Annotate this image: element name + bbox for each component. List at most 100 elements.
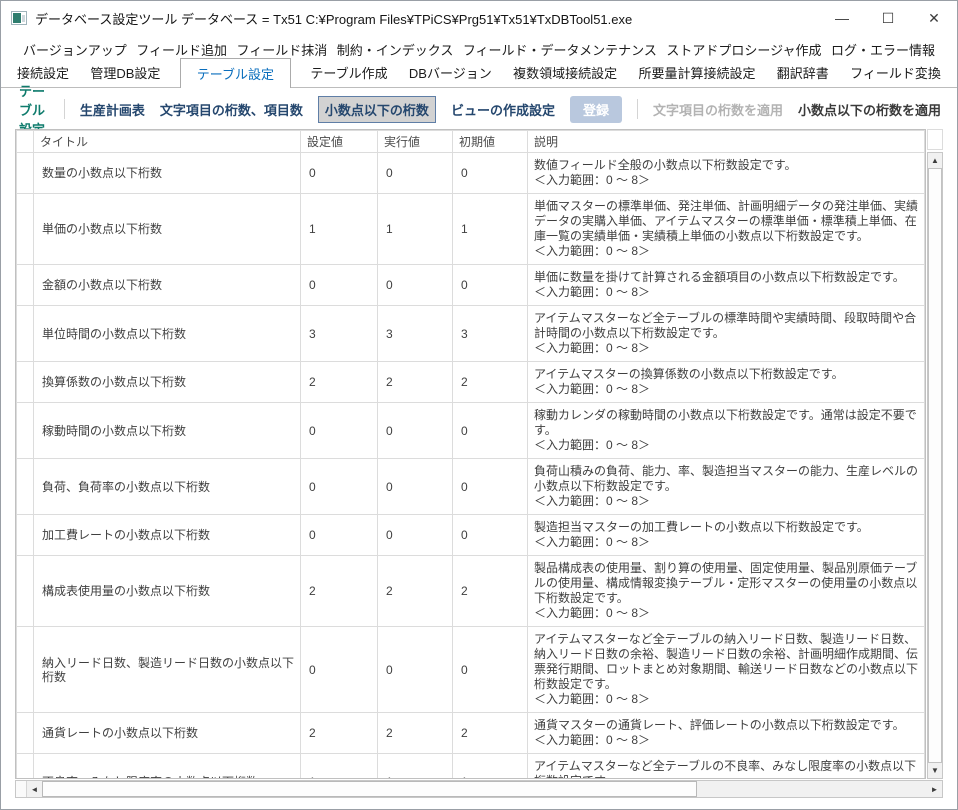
row-selector[interactable] (16, 555, 34, 627)
table-row[interactable]: 数量の小数点以下桁数 0 0 0 数値フィールド全般の小数点以下桁数設定です。 ＜入力範囲… (16, 152, 925, 194)
minimize-icon[interactable]: — (819, 1, 865, 35)
row-set-value[interactable]: 1 (300, 753, 378, 778)
table-row[interactable]: 通貨レートの小数点以下桁数 2 2 2 通貨マスターの通貨レート、評価レートの小数点以下… (16, 712, 925, 754)
input-range-text: ＜入力範囲：0 ～ 8＞ (534, 606, 651, 620)
vertical-scroll-thumb[interactable] (928, 168, 942, 763)
view-create-view-settings[interactable]: ビューの作成設定 (451, 100, 555, 119)
tab-field-data-maintenance[interactable]: フィールド・データメンテナンス (463, 40, 657, 59)
horizontal-scroll-track[interactable] (42, 781, 927, 797)
view-decimal-digit-count[interactable]: 小数点以下の桁数 (317, 95, 436, 123)
description-text: アイテムマスターの換算係数の小数点以下桁数設定です。 (534, 367, 844, 381)
row-initial-value: 1 (452, 753, 528, 778)
description-text: 製造担当マスターの加工費レートの小数点以下桁数設定です。 (534, 520, 869, 534)
tab-log-error-info[interactable]: ログ・エラー情報 (831, 40, 935, 59)
column-header-run-value[interactable]: 実行値 (377, 130, 453, 153)
column-header-description[interactable]: 説明 (527, 130, 925, 153)
vertical-scrollbar[interactable]: ▲ ▼ (927, 129, 943, 779)
apply-decimal-digits-button[interactable]: 小数点以下の桁数を適用 (798, 100, 941, 119)
tab-field-convert[interactable]: フィールド変換 (848, 58, 943, 87)
row-run-value: 0 (377, 458, 453, 515)
tab-requirement-calc-connection[interactable]: 所要量計算接続設定 (636, 58, 757, 87)
row-selector[interactable] (16, 152, 34, 194)
row-set-value[interactable]: 0 (300, 458, 378, 515)
row-title: 金額の小数点以下桁数 (33, 264, 301, 306)
tab-translation-dictionary[interactable]: 翻訳辞書 (775, 58, 831, 87)
row-set-value[interactable]: 0 (300, 264, 378, 306)
table-row[interactable]: 負荷、負荷率の小数点以下桁数 0 0 0 負荷山積みの負荷、能力、率、製造担当マスターの… (16, 458, 925, 515)
register-button[interactable]: 登録 (569, 95, 622, 123)
row-description: 負荷山積みの負荷、能力、率、製造担当マスターの能力、生産レベルの小数点以下桁数設… (527, 458, 925, 515)
input-range-text: ＜入力範囲：0 ～ 8＞ (534, 494, 651, 508)
row-set-value[interactable]: 2 (300, 555, 378, 627)
row-selector[interactable] (16, 753, 34, 778)
tab-field-add[interactable]: フィールド追加 (136, 40, 227, 59)
row-selector[interactable] (16, 626, 34, 713)
scroll-right-icon[interactable]: ► (927, 781, 942, 797)
column-header-initial-value[interactable]: 初期値 (452, 130, 528, 153)
table-row[interactable]: 稼動時間の小数点以下桁数 0 0 0 稼動カレンダの稼動時間の小数点以下桁数設定です。通… (16, 402, 925, 459)
table-row[interactable]: 納入リード日数、製造リード日数の小数点以下桁数 0 0 0 アイテムマスターなど全テーブ… (16, 626, 925, 713)
row-set-value[interactable]: 0 (300, 402, 378, 459)
row-description: アイテムマスターなど全テーブルの納入リード日数、製造リード日数、納入リード日数の… (527, 626, 925, 713)
row-selector[interactable] (16, 264, 34, 306)
table-row[interactable]: 金額の小数点以下桁数 0 0 0 単価に数量を掛けて計算される金額項目の小数点以下桁数設… (16, 264, 925, 306)
tab-version-up[interactable]: バージョンアップ (23, 40, 127, 59)
row-title: 稼動時間の小数点以下桁数 (33, 402, 301, 459)
row-set-value[interactable]: 3 (300, 305, 378, 362)
table-row[interactable]: 単価の小数点以下桁数 1 1 1 単価マスターの標準単価、発注単価、計画明細データの発注… (16, 193, 925, 265)
tab-multi-area-connection[interactable]: 複数領域接続設定 (511, 58, 619, 87)
tab-db-version[interactable]: DBバージョン (407, 58, 494, 87)
view-production-plan[interactable]: 生産計画表 (80, 100, 145, 119)
row-description: アイテムマスターなど全テーブルの標準時間や実績時間、段取時間や合計時間の小数点以… (527, 305, 925, 362)
close-icon[interactable]: ✕ (911, 1, 957, 35)
table-row[interactable]: 単位時間の小数点以下桁数 3 3 3 アイテムマスターなど全テーブルの標準時間や実績時間… (16, 305, 925, 362)
column-header-set-value[interactable]: 設定値 (300, 130, 378, 153)
table-row[interactable]: 加工費レートの小数点以下桁数 0 0 0 製造担当マスターの加工費レートの小数点以下桁数… (16, 514, 925, 556)
row-description: 単価に数量を掛けて計算される金額項目の小数点以下桁数設定です。 ＜入力範囲：0 ～… (527, 264, 925, 306)
row-set-value[interactable]: 0 (300, 514, 378, 556)
row-selector[interactable] (16, 305, 34, 362)
input-range-text: ＜入力範囲：0 ～ 8＞ (534, 692, 651, 706)
table-row[interactable]: 構成表使用量の小数点以下桁数 2 2 2 製品構成表の使用量、割り算の使用量、固定使用量… (16, 555, 925, 627)
row-selector[interactable] (16, 514, 34, 556)
row-initial-value: 0 (452, 264, 528, 306)
row-run-value: 0 (377, 402, 453, 459)
vertical-scroll-track[interactable] (928, 168, 942, 763)
input-range-text: ＜入力範囲：0 ～ 8＞ (534, 173, 651, 187)
row-set-value[interactable]: 2 (300, 712, 378, 754)
tab-admin-db-settings[interactable]: 管理DB設定 (88, 58, 162, 87)
maximize-icon[interactable]: ☐ (865, 1, 911, 35)
tab-table-settings[interactable]: テーブル設定 (179, 58, 291, 88)
table-row[interactable]: 不良率、みなし限度率の小数点以下桁数111アイテムマスターなど全テーブルの不良率… (16, 753, 925, 778)
tab-constraint-index[interactable]: 制約・インデックス (337, 40, 454, 59)
row-selector[interactable] (16, 193, 34, 265)
horizontal-scroll-thumb[interactable] (42, 781, 697, 797)
row-set-value[interactable]: 0 (300, 152, 378, 194)
table-row[interactable]: 換算係数の小数点以下桁数 2 2 2 アイテムマスターの換算係数の小数点以下桁数設定です… (16, 361, 925, 403)
row-selector[interactable] (16, 402, 34, 459)
scrollbar-corner (16, 781, 27, 797)
apply-char-digits-button[interactable]: 文字項目の桁数を適用 (653, 100, 783, 119)
row-run-value: 1 (377, 753, 453, 778)
tab-stored-procedure-create[interactable]: ストアドプロシージャ作成 (666, 40, 821, 59)
tab-field-delete[interactable]: フィールド抹消 (236, 40, 327, 59)
row-selector[interactable] (16, 458, 34, 515)
description-text: 数値フィールド全般の小数点以下桁数設定です。 (534, 158, 797, 172)
scroll-down-icon[interactable]: ▼ (928, 763, 942, 778)
view-char-digit-count[interactable]: 文字項目の桁数、項目数 (160, 100, 303, 119)
window-title: データベース設定ツール データベース = Tx51 C:¥Program Fil… (35, 11, 633, 27)
input-range-text: ＜入力範囲：0 ～ 8＞ (534, 535, 651, 549)
row-selector[interactable] (16, 712, 34, 754)
scroll-up-icon[interactable]: ▲ (928, 153, 942, 168)
tab-table-create[interactable]: テーブル作成 (308, 58, 389, 87)
row-set-value[interactable]: 0 (300, 626, 378, 713)
row-selector[interactable] (16, 361, 34, 403)
column-header-title[interactable]: タイトル (33, 130, 301, 153)
scroll-left-icon[interactable]: ◄ (27, 781, 42, 797)
row-set-value[interactable]: 1 (300, 193, 378, 265)
row-description: 製造担当マスターの加工費レートの小数点以下桁数設定です。 ＜入力範囲：0 ～ 8＞ (527, 514, 925, 556)
window-controls: — ☐ ✕ (819, 1, 957, 35)
row-set-value[interactable]: 2 (300, 361, 378, 403)
horizontal-scrollbar[interactable]: ◄ ► (15, 780, 943, 798)
description-text: アイテムマスターなど全テーブルの納入リード日数、製造リード日数、納入リード日数の… (534, 632, 919, 691)
